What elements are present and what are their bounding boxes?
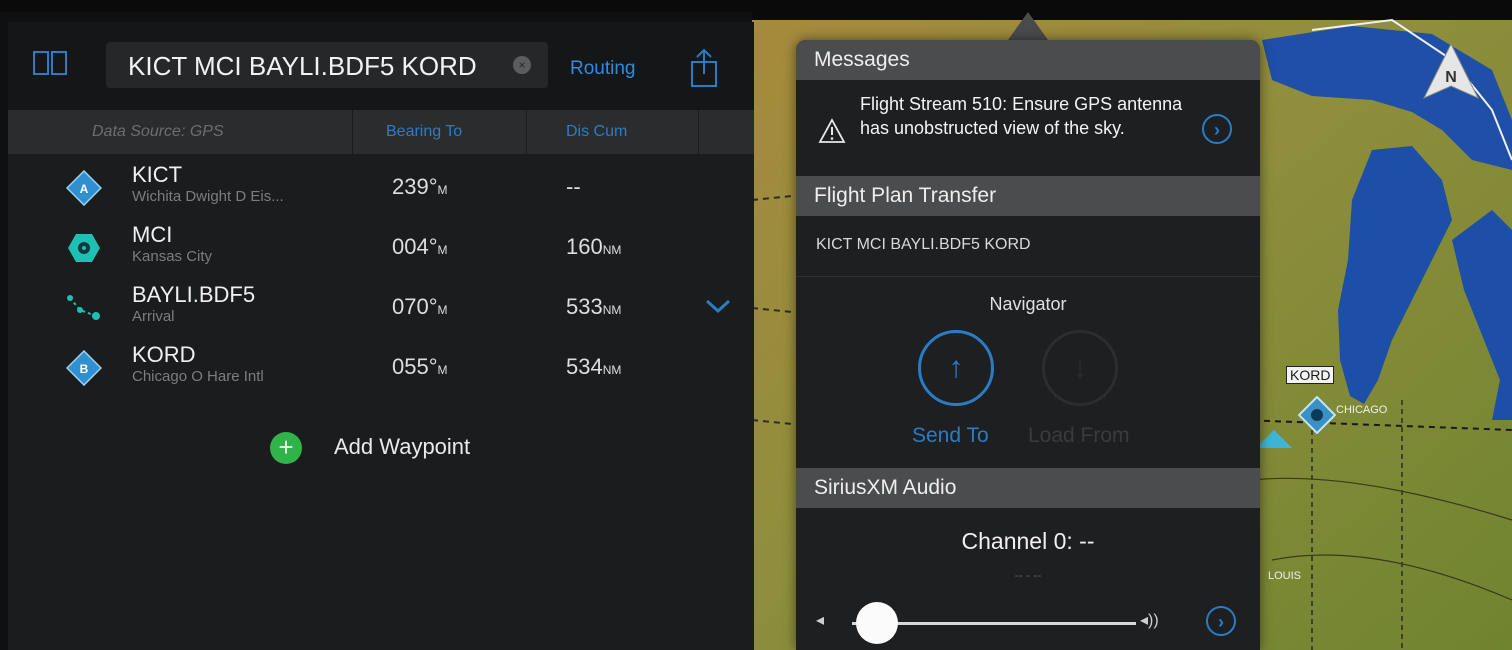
channel-label: Channel 0: --: [961, 528, 1095, 554]
waypoint-description: Wichita Dwight D Eis...: [132, 188, 284, 205]
waypoint-distance: --: [566, 174, 581, 199]
waypoint-row-mci[interactable]: MCI Kansas City 004°M 160NM: [8, 220, 754, 276]
siriusxm-audio-title: SiriusXM Audio: [814, 476, 957, 499]
waypoint-name: KICT: [132, 162, 183, 187]
load-from-label[interactable]: Load From: [1028, 424, 1130, 448]
share-icon[interactable]: [688, 48, 720, 88]
channel-subtitle: -- - --: [1014, 568, 1042, 582]
add-waypoint-button[interactable]: + Add Waypoint: [270, 426, 590, 466]
waypoint-row-kord[interactable]: B KORD Chicago O Hare Intl 055°M 534NM: [8, 340, 754, 396]
warning-icon: [818, 118, 846, 144]
map-label-louis: LOUIS: [1268, 570, 1302, 582]
route-input[interactable]: KICT MCI BAYLI.BDF5 KORD ×: [106, 42, 548, 88]
vor-icon: [66, 230, 102, 266]
clear-icon[interactable]: ×: [513, 56, 531, 74]
arrow-down-icon: ↓: [1072, 351, 1088, 384]
waypoint-distance: 534NM: [566, 354, 622, 379]
waypoint-bearing: 239°M: [392, 174, 448, 199]
load-from-button[interactable]: ↓: [1042, 330, 1118, 406]
north-label: N: [1445, 69, 1457, 86]
waypoint-bearing: 070°M: [392, 294, 448, 319]
add-waypoint-label[interactable]: Add Waypoint: [334, 434, 470, 460]
distance-column-header[interactable]: Dis Cum: [566, 123, 627, 141]
procedure-arrival-icon: [66, 290, 102, 326]
flight-plan-transfer-title: Flight Plan Transfer: [814, 184, 997, 207]
add-icon[interactable]: +: [270, 432, 302, 464]
siriusxm-audio-header: SiriusXM Audio: [796, 468, 1260, 508]
waypoint-name: KORD: [132, 342, 196, 367]
arrow-up-icon: ↑: [948, 351, 964, 384]
waypoint-distance: 160NM: [566, 234, 622, 259]
volume-slider-knob[interactable]: [856, 602, 899, 644]
send-to-label[interactable]: Send To: [912, 424, 989, 448]
north-indicator-icon[interactable]: N: [1422, 42, 1480, 100]
waypoint-distance: 533NM: [566, 294, 622, 319]
audio-detail-button[interactable]: ›: [1206, 606, 1236, 636]
volume-low-icon: ◂: [816, 612, 825, 629]
waypoint-bearing: 004°M: [392, 234, 448, 259]
waypoint-bearing: 055°M: [392, 354, 448, 379]
messages-section-header: Messages: [796, 40, 1260, 80]
waypoint-name: MCI: [132, 222, 173, 247]
map-label-kord[interactable]: KORD: [1286, 366, 1335, 384]
popover-caret: [1008, 12, 1048, 40]
connext-popover: Messages Flight Stream 510: Ensure GPS a…: [796, 40, 1260, 650]
waypoint-row-bayli[interactable]: BAYLI.BDF5 Arrival 070°M 533NM: [8, 280, 754, 336]
waypoint-row-kict[interactable]: A KICT Wichita Dwight D Eis... 239°M --: [8, 160, 754, 216]
book-icon[interactable]: [32, 50, 68, 76]
svg-text:B: B: [80, 362, 89, 376]
map-label-chicago: CHICAGO: [1336, 404, 1388, 416]
flight-plan-transfer-header: Flight Plan Transfer: [796, 176, 1260, 216]
data-source-label: Data Source: GPS: [92, 123, 224, 140]
waypoint-description: Chicago O Hare Intl: [132, 368, 264, 385]
message-text: Flight Stream 510: Ensure GPS antenna ha…: [860, 94, 1183, 138]
routing-button[interactable]: Routing: [570, 58, 636, 80]
navigator-title: Navigator: [989, 294, 1067, 314]
divider: [796, 276, 1260, 277]
waypoint-description: Arrival: [132, 308, 175, 325]
waypoint-name: BAYLI.BDF5: [132, 282, 256, 307]
airport-diamond-icon: B: [65, 349, 103, 387]
column-header: Data Source: GPS Bearing To Dis Cum: [8, 110, 754, 154]
svg-text:A: A: [80, 182, 89, 196]
route-text[interactable]: KICT MCI BAYLI.BDF5 KORD: [128, 51, 477, 82]
message-detail-button[interactable]: ›: [1202, 114, 1232, 144]
flight-plan-panel: KICT MCI BAYLI.BDF5 KORD × Routing Data …: [8, 22, 754, 650]
messages-title: Messages: [814, 48, 910, 71]
route-toolbar: KICT MCI BAYLI.BDF5 KORD × Routing: [8, 22, 754, 110]
volume-high-icon: ◂)): [1140, 612, 1159, 629]
chevron-down-icon[interactable]: [704, 296, 732, 316]
waypoint-description: Kansas City: [132, 248, 213, 265]
bearing-column-header[interactable]: Bearing To: [386, 123, 462, 141]
transfer-plan-text: KICT MCI BAYLI.BDF5 KORD: [816, 236, 1031, 253]
map-airport-icon[interactable]: [1297, 395, 1337, 435]
send-to-button[interactable]: ↑: [918, 330, 994, 406]
airport-diamond-icon: A: [65, 169, 103, 207]
